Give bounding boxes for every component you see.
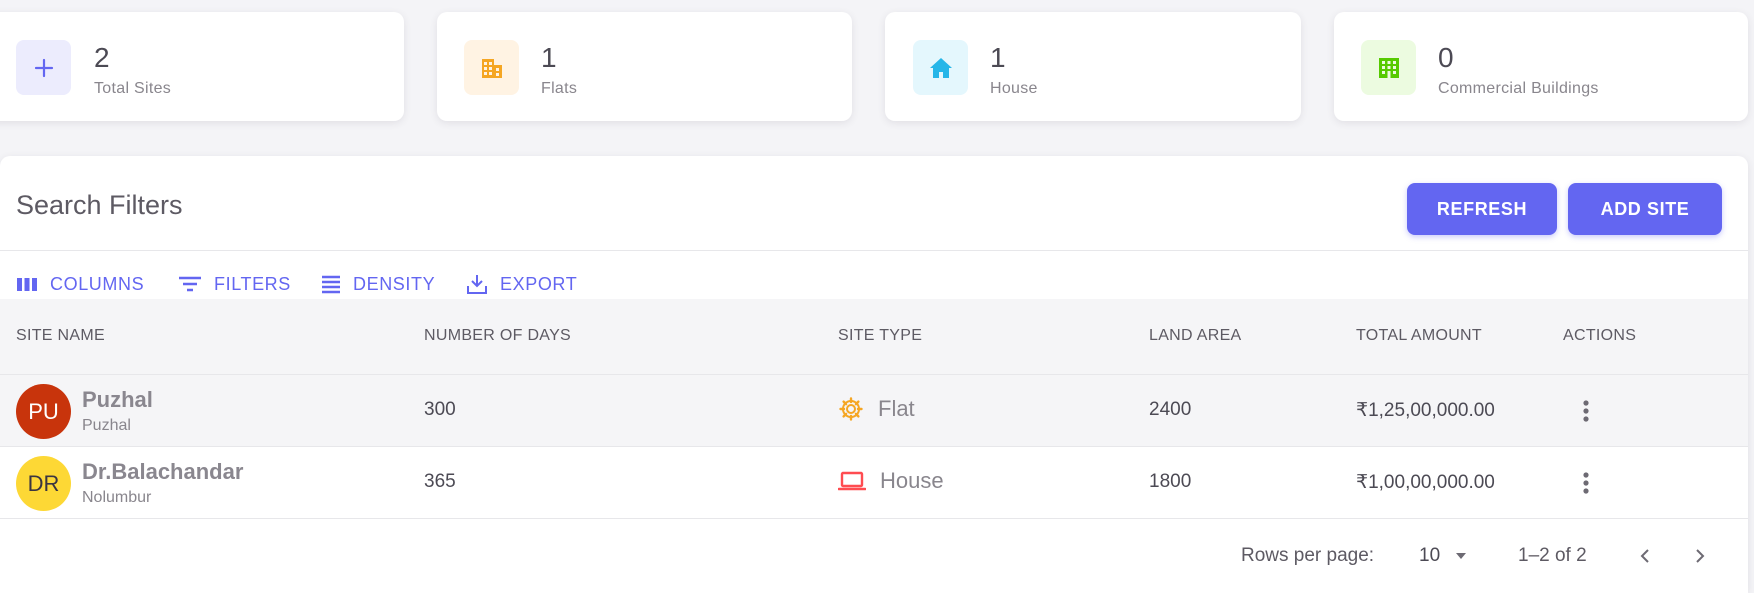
columns-label: COLUMNS [50,273,145,294]
table-header: SITE NAME NUMBER OF DAYS SITE TYPE LAND … [0,299,1748,375]
building-icon [464,40,519,95]
pagination-footer: Rows per page: 10 1–2 of 2 [0,517,1748,593]
site-type-cell: House [838,468,944,494]
stat-label: House [990,80,1038,97]
site-type: Flat [878,396,915,421]
chevron-right-icon [1696,549,1705,563]
sites-panel: Search Filters REFRESH ADD SITE COLUMNS … [0,156,1748,593]
column-header-site-name[interactable]: SITE NAME [16,327,105,345]
stat-card-commercial-buildings: 0 Commercial Buildings [1334,12,1748,121]
column-header-actions: ACTIONS [1563,327,1637,344]
column-header-land-area[interactable]: LAND AREA [1149,327,1242,345]
refresh-button[interactable]: REFRESH [1407,183,1557,235]
density-button[interactable]: DENSITY [321,264,435,304]
next-page-button[interactable] [1685,541,1715,571]
filter-icon [179,276,201,292]
site-name: Puzhal [82,387,153,412]
stat-value: 0 [1438,42,1454,73]
density-label: DENSITY [353,273,436,294]
table-row[interactable]: DR Dr.Balachandar Nolumbur 365 House 180… [0,447,1748,519]
site-name: Dr.Balachandar [82,459,244,484]
rows-per-page-select[interactable]: 10 [1419,541,1470,571]
filters-button[interactable]: FILTERS [178,264,291,304]
commercial-building-icon [1361,40,1416,95]
rows-per-page-label: Rows per page: [1241,545,1375,566]
add-site-button[interactable]: ADD SITE [1568,183,1722,235]
stat-label: Flats [541,80,578,97]
laptop-icon [838,471,866,491]
stat-value: 1 [541,42,557,73]
columns-button[interactable]: COLUMNS [16,264,144,304]
land-area: 2400 [1149,399,1192,420]
number-of-days: 300 [424,399,456,420]
stat-card-flats: 1 Flats [437,12,852,121]
chevron-left-icon [1640,549,1649,563]
stats-row: 2 Total Sites 1 Flats 1 House 0 Commerci… [0,12,1754,122]
previous-page-button[interactable] [1630,541,1660,571]
pagination-range: 1–2 of 2 [1518,545,1587,566]
total-amount: ₹1,00,00,000.00 [1356,472,1495,493]
gear-icon [839,397,863,421]
site-location: Nolumbur [82,489,152,506]
plus-icon [16,40,71,95]
column-header-site-type[interactable]: SITE TYPE [838,327,922,345]
rows-per-page-value: 10 [1419,545,1441,566]
home-icon [913,40,968,95]
site-location: Puzhal [82,417,131,434]
density-icon [322,275,340,294]
divider [0,250,1748,251]
panel-title: Search Filters [16,190,183,220]
download-icon [467,275,487,294]
site-type: House [880,468,944,493]
stat-card-total-sites: 2 Total Sites [0,12,404,121]
land-area: 1800 [1149,471,1192,492]
export-label: EXPORT [500,273,578,294]
columns-icon [17,278,37,291]
stat-label: Total Sites [94,80,172,97]
total-amount: ₹1,25,00,000.00 [1356,400,1495,421]
stat-card-house: 1 House [885,12,1301,121]
stat-value: 1 [990,42,1006,73]
table-row[interactable]: PU Puzhal Puzhal 300 Flat 2400 ₹1,25,00,… [0,375,1748,447]
stat-label: Commercial Buildings [1438,80,1599,97]
avatar: PU [16,384,71,439]
more-actions-icon[interactable] [1576,469,1596,497]
more-actions-icon[interactable] [1576,397,1596,425]
stat-value: 2 [94,42,110,73]
export-button[interactable]: EXPORT [466,264,577,304]
caret-down-icon [1456,553,1467,559]
avatar: DR [16,456,71,511]
column-header-total-amount[interactable]: TOTAL AMOUNT [1356,327,1482,345]
column-header-number-of-days[interactable]: NUMBER OF DAYS [424,327,571,345]
site-type-cell: Flat [838,396,915,422]
filters-label: FILTERS [214,273,291,294]
number-of-days: 365 [424,471,456,492]
